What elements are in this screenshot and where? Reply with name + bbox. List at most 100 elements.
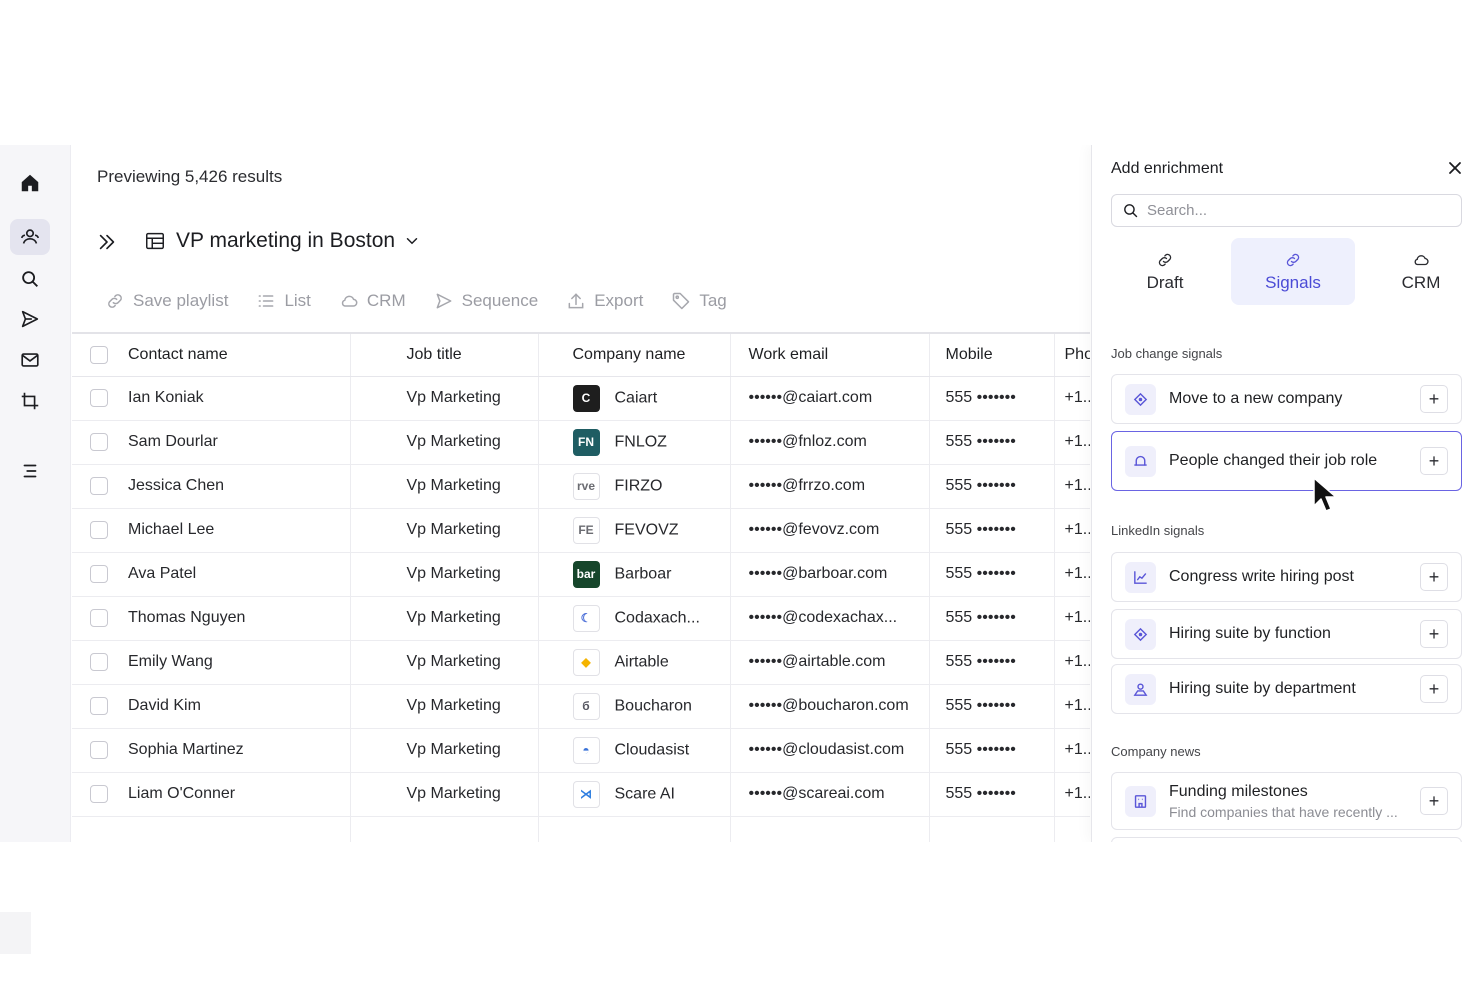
table-row[interactable]: Ian Koniak Vp Marketing C Caiart ••••••@caia…: [72, 376, 1090, 421]
row-checkbox[interactable]: [90, 520, 108, 539]
crm-button[interactable]: CRM: [339, 291, 406, 311]
signal-move-company[interactable]: Move to a new company +: [1111, 374, 1462, 424]
add-button[interactable]: +: [1420, 675, 1448, 703]
tab-crm[interactable]: CRM: [1361, 238, 1480, 305]
cell-phone[interactable]: +1..: [1053, 728, 1090, 773]
table-row[interactable]: David Kim Vp Marketing б Boucharon ••••••@bo…: [72, 684, 1090, 729]
contact-name[interactable]: Sophia Martinez: [128, 741, 244, 758]
cell-mobile[interactable]: 555 •••••••: [928, 728, 1054, 773]
table-row[interactable]: Ava Patel Vp Marketing bar Barboar ••••••@ba…: [72, 552, 1090, 597]
cell-phone[interactable]: +1..: [1053, 684, 1090, 729]
cell-mobile[interactable]: 555 •••••••: [928, 464, 1054, 509]
cell-phone[interactable]: +1..: [1053, 772, 1090, 817]
tab-signals[interactable]: Signals: [1231, 238, 1355, 305]
column-job-title[interactable]: Job title: [349, 332, 538, 377]
company-name[interactable]: Airtable: [615, 653, 669, 670]
contact-name[interactable]: Sam Dourlar: [128, 433, 218, 450]
rail-tasks[interactable]: [10, 383, 50, 419]
rail-contacts[interactable]: [10, 219, 50, 255]
select-all-checkbox[interactable]: [90, 345, 108, 364]
cell-mobile[interactable]: 555 •••••••: [928, 376, 1054, 421]
cell-mobile[interactable]: 555 •••••••: [928, 772, 1054, 817]
cell-mobile[interactable]: 555 •••••••: [928, 552, 1054, 597]
search-field[interactable]: [1111, 194, 1462, 227]
company-name[interactable]: FNLOZ: [615, 433, 667, 450]
cell-phone[interactable]: +1..: [1053, 552, 1090, 597]
add-button[interactable]: +: [1420, 385, 1448, 413]
row-checkbox[interactable]: [90, 476, 108, 495]
column-company-name[interactable]: Company name: [537, 332, 730, 377]
signal-next-item[interactable]: [1111, 837, 1462, 842]
rail-home[interactable]: [10, 165, 50, 201]
cell-phone[interactable]: +1..: [1053, 640, 1090, 685]
row-checkbox[interactable]: [90, 784, 108, 803]
cell-phone[interactable]: +1..: [1053, 596, 1090, 641]
table-row[interactable]: Liam O'Conner Vp Marketing ⋊ Scare AI ••••••…: [72, 772, 1090, 817]
cell-work-email[interactable]: ••••••@scareai.com: [729, 772, 929, 817]
contact-name[interactable]: Emily Wang: [128, 653, 213, 670]
double-chevron-right-icon[interactable]: [96, 231, 118, 253]
rail-mail[interactable]: [10, 342, 50, 378]
cell-phone[interactable]: +1..: [1053, 464, 1090, 509]
close-icon[interactable]: [1447, 160, 1463, 176]
save-playlist-button[interactable]: Save playlist: [105, 291, 228, 311]
table-row[interactable]: Sophia Martinez Vp Marketing ◓ Cloudasist ••…: [72, 728, 1090, 773]
cell-mobile[interactable]: 555 •••••••: [928, 640, 1054, 685]
signal-hiring-function[interactable]: Hiring suite by function +: [1111, 609, 1462, 659]
row-checkbox[interactable]: [90, 608, 108, 627]
cell-work-email[interactable]: ••••••@frrzo.com: [729, 464, 929, 509]
cell-mobile[interactable]: 555 •••••••: [928, 684, 1054, 729]
column-phone[interactable]: Pho: [1053, 332, 1090, 377]
tag-button[interactable]: Tag: [671, 291, 727, 311]
contact-name[interactable]: Michael Lee: [128, 521, 214, 538]
company-name[interactable]: Codaxach...: [615, 609, 700, 626]
add-button[interactable]: +: [1420, 563, 1448, 591]
table-row[interactable]: Thomas Nguyen Vp Marketing ☾ Codaxach... •••…: [72, 596, 1090, 641]
company-name[interactable]: Cloudasist: [615, 741, 690, 758]
company-name[interactable]: Caiart: [615, 389, 658, 406]
company-name[interactable]: FIRZO: [615, 477, 663, 494]
add-button[interactable]: +: [1420, 620, 1448, 648]
cell-work-email[interactable]: ••••••@codexachax...: [729, 596, 929, 641]
list-button[interactable]: List: [256, 291, 311, 311]
cell-mobile[interactable]: 555 •••••••: [928, 508, 1054, 553]
cell-work-email[interactable]: ••••••@barboar.com: [729, 552, 929, 597]
row-checkbox[interactable]: [90, 388, 108, 407]
contact-name[interactable]: Liam O'Conner: [128, 785, 235, 802]
cell-mobile[interactable]: 555 •••••••: [928, 420, 1054, 465]
cell-work-email[interactable]: ••••••@fnloz.com: [729, 420, 929, 465]
cell-work-email[interactable]: ••••••@airtable.com: [729, 640, 929, 685]
add-button[interactable]: +: [1420, 447, 1448, 475]
cell-work-email[interactable]: ••••••@fevovz.com: [729, 508, 929, 553]
row-checkbox[interactable]: [90, 696, 108, 715]
column-work-email[interactable]: Work email: [729, 332, 929, 377]
contact-name[interactable]: Jessica Chen: [128, 477, 224, 494]
company-name[interactable]: Boucharon: [615, 697, 692, 714]
table-row[interactable]: Sam Dourlar Vp Marketing FN FNLOZ ••••••@fnl…: [72, 420, 1090, 465]
row-checkbox[interactable]: [90, 564, 108, 583]
export-button[interactable]: Export: [566, 291, 643, 311]
rail-search[interactable]: [10, 261, 50, 297]
row-checkbox[interactable]: [90, 740, 108, 759]
table-row[interactable]: Michael Lee Vp Marketing FE FEVOVZ ••••••@fe…: [72, 508, 1090, 553]
column-contact-name[interactable]: Contact name: [72, 332, 350, 377]
signal-hiring-department[interactable]: Hiring suite by department +: [1111, 664, 1462, 714]
rail-menu[interactable]: [10, 453, 50, 489]
cell-work-email[interactable]: ••••••@caiart.com: [729, 376, 929, 421]
signal-funding-milestones[interactable]: Funding milestones Find companies that h…: [1111, 772, 1462, 830]
company-name[interactable]: Scare AI: [615, 785, 675, 802]
column-mobile[interactable]: Mobile: [928, 332, 1054, 377]
contact-name[interactable]: Ian Koniak: [128, 389, 204, 406]
cell-work-email[interactable]: ••••••@boucharon.com: [729, 684, 929, 729]
sequence-button[interactable]: Sequence: [434, 291, 538, 311]
company-name[interactable]: Barboar: [615, 565, 672, 582]
row-checkbox[interactable]: [90, 432, 108, 451]
contact-name[interactable]: David Kim: [128, 697, 201, 714]
signal-changed-job-role[interactable]: People changed their job role +: [1111, 431, 1462, 491]
contact-name[interactable]: Ava Patel: [128, 565, 196, 582]
cell-phone[interactable]: +1..: [1053, 376, 1090, 421]
add-button[interactable]: +: [1420, 787, 1448, 815]
cell-phone[interactable]: +1..: [1053, 420, 1090, 465]
table-row[interactable]: Jessica Chen Vp Marketing rve FIRZO ••••••@f…: [72, 464, 1090, 509]
signal-hiring-post[interactable]: Congress write hiring post +: [1111, 552, 1462, 602]
